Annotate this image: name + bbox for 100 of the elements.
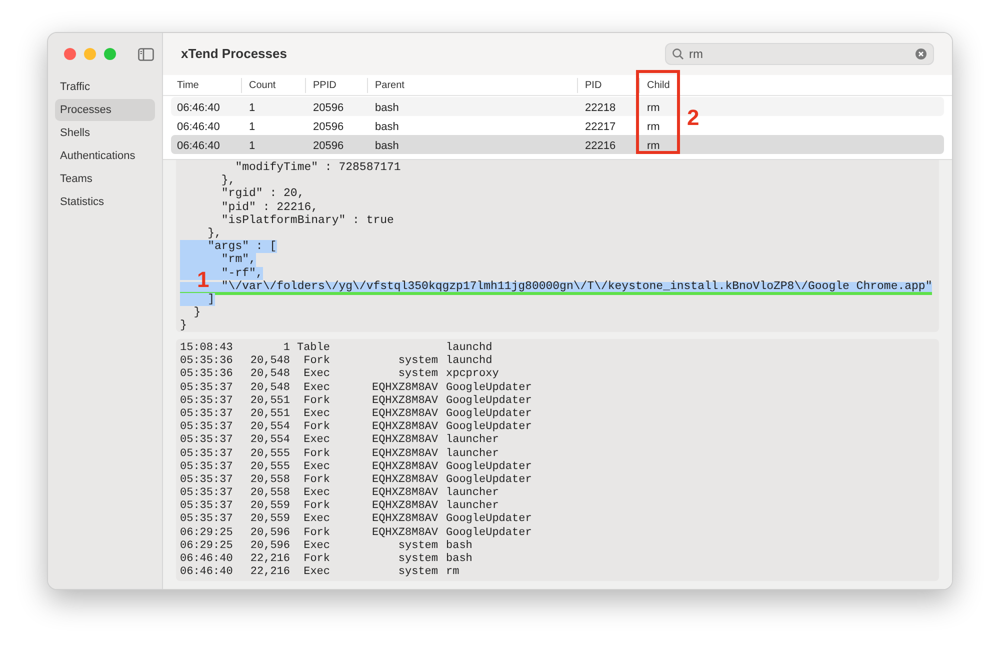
log-count: 20,596	[249, 540, 290, 553]
table-cell: 20596	[313, 140, 344, 152]
log-process: GoogleUpdater	[445, 474, 532, 487]
sidebar-item[interactable]: Traffic	[55, 76, 155, 98]
log-time: 05:35:37	[180, 382, 234, 395]
log-process: bash	[445, 553, 472, 566]
table-row[interactable]: 06:46:40 1 20596 bash 22216 rm	[171, 135, 944, 154]
table-cell: rm	[647, 102, 660, 114]
log-process: GoogleUpdater	[445, 526, 532, 540]
table-cell: 1	[249, 102, 256, 114]
log-time: 05:35:37	[180, 421, 234, 434]
log-type: Fork	[302, 526, 330, 540]
column-header[interactable]: PPID	[313, 78, 336, 92]
log-count: 20,554	[249, 434, 290, 448]
log-count: 20,555	[249, 460, 290, 474]
sidebar-item[interactable]: Shells	[55, 122, 155, 144]
log-user: EQHXZ8M8AV	[370, 434, 438, 448]
log-process: launcher	[445, 434, 499, 448]
sidebar-item[interactable]: Statistics	[55, 191, 155, 213]
log-count: 20,559	[249, 513, 290, 527]
table-cell: bash	[375, 140, 399, 152]
code-line: "isPlatformBinary" : true	[220, 214, 394, 227]
table-cell: 22216	[585, 140, 616, 152]
search-field[interactable]: rm	[665, 43, 934, 65]
sidebar-item[interactable]: Authentications	[55, 145, 155, 167]
log-user: EQHXZ8M8AV	[370, 526, 438, 540]
log-process: launcher	[445, 448, 499, 461]
log-process: launchd	[445, 342, 492, 355]
log-type: Table	[296, 342, 330, 355]
sidebar-item[interactable]: Processes	[55, 99, 155, 121]
log-count: 20,548	[249, 355, 290, 368]
log-type: Fork	[302, 474, 330, 488]
column-header[interactable]: Parent	[375, 78, 404, 92]
log-count: 20,551	[249, 408, 290, 422]
window-title: xTend Processes	[181, 45, 287, 64]
log-user: EQHXZ8M8AV	[370, 382, 438, 395]
code-line: },	[206, 226, 222, 240]
close-icon[interactable]	[64, 48, 76, 60]
sidebar-item[interactable]: Teams	[55, 168, 155, 190]
log-count: 20,548	[249, 368, 290, 382]
table-cell: bash	[375, 102, 399, 114]
log-count: 20,551	[249, 394, 290, 408]
log-type: Exec	[302, 408, 330, 421]
log-type: Fork	[302, 500, 330, 514]
log-type: Exec	[302, 540, 330, 553]
log-user: system	[397, 540, 438, 553]
search-icon	[672, 48, 684, 60]
log-time: 05:35:37	[180, 474, 234, 488]
log-type: Exec	[302, 460, 330, 474]
log-user: system	[397, 566, 438, 580]
log-type: Exec	[302, 368, 330, 382]
log-user: system	[397, 355, 438, 368]
minimize-icon[interactable]	[84, 48, 96, 60]
sidebar-toggle-icon[interactable]	[138, 48, 154, 60]
log-type: Exec	[302, 566, 330, 580]
code-line: "modifyTime" : 728587171	[234, 161, 401, 174]
log-time: 06:46:40	[180, 566, 234, 580]
log-type: Fork	[302, 394, 330, 408]
table-cell: bash	[375, 120, 399, 134]
column-header[interactable]: PID	[585, 78, 602, 92]
log-time: 05:35:37	[180, 487, 234, 500]
table-cell: 06:46:40	[177, 102, 220, 114]
log-user: EQHXZ8M8AV	[370, 460, 438, 474]
column-header[interactable]: Count	[249, 78, 276, 92]
table-cell: 1	[249, 140, 256, 152]
clear-icon[interactable]	[915, 48, 927, 60]
log-process: launcher	[445, 487, 499, 500]
log-time: 05:35:37	[180, 500, 234, 514]
log-process: GoogleUpdater	[445, 394, 532, 408]
table-cell: 06:46:40	[177, 120, 220, 134]
log-process: bash	[445, 540, 472, 553]
log-count: 20,548	[249, 382, 290, 395]
log-time: 05:35:36	[180, 355, 234, 368]
code-line: "rgid" : 20,	[220, 187, 304, 201]
table-cell: 06:46:40	[177, 140, 220, 152]
log-time: 05:35:36	[180, 368, 234, 382]
code-line: },	[220, 174, 236, 188]
log-count: 22,216	[249, 566, 290, 580]
log-user: EQHXZ8M8AV	[370, 513, 438, 527]
table-cell: 20596	[313, 120, 344, 134]
log-user: system	[397, 368, 438, 382]
log-time: 05:35:37	[180, 394, 234, 408]
log-user: EQHXZ8M8AV	[370, 500, 438, 514]
zoom-icon[interactable]	[104, 48, 116, 60]
log-process: GoogleUpdater	[445, 421, 532, 434]
log-count: 20,596	[249, 526, 290, 540]
log-process: xpcproxy	[445, 368, 499, 382]
log-time: 05:35:37	[180, 434, 234, 448]
table-cell: rm	[647, 120, 660, 134]
log-time: 06:29:25	[180, 540, 234, 553]
column-header[interactable]: Child	[647, 78, 670, 92]
table-cell: 22217	[585, 120, 616, 134]
log-type: Exec	[302, 513, 330, 527]
log-time: 05:35:37	[180, 460, 234, 474]
table-cell: 1	[249, 120, 256, 134]
column-header[interactable]: Time	[177, 78, 199, 92]
log-process: GoogleUpdater	[445, 382, 532, 395]
table-cell: 20596	[313, 102, 344, 114]
log-count: 20,559	[249, 500, 290, 514]
table-cell: rm	[647, 140, 660, 152]
